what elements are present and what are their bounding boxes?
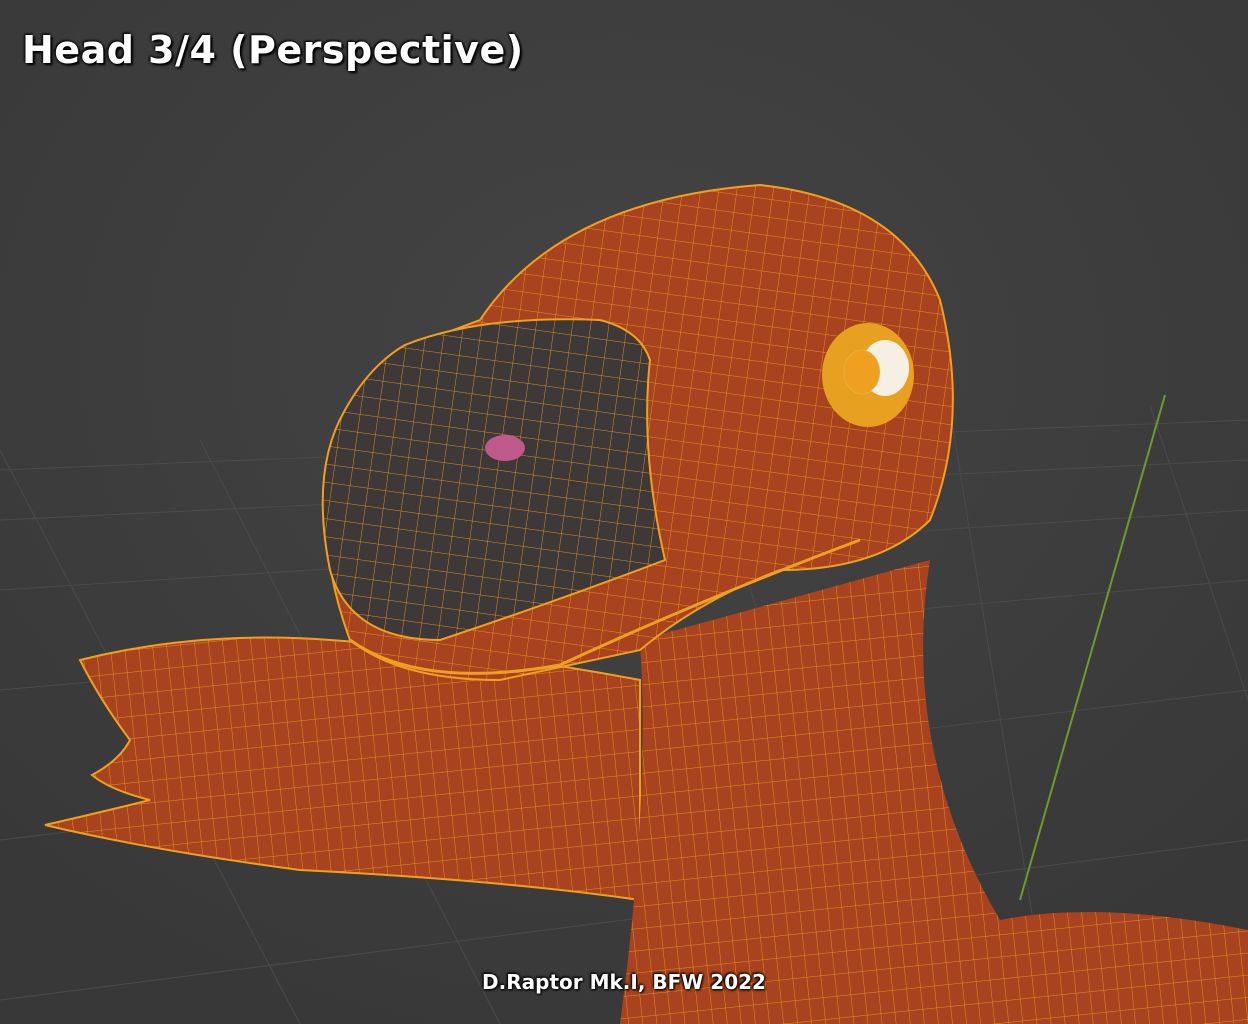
eye xyxy=(822,323,914,427)
viewport-title: Head 3/4 (Perspective) xyxy=(22,28,524,72)
credit-caption: D.Raptor Mk.I, BFW 2022 xyxy=(482,970,766,994)
nostril xyxy=(485,435,525,461)
3d-viewport[interactable] xyxy=(0,0,1248,1024)
